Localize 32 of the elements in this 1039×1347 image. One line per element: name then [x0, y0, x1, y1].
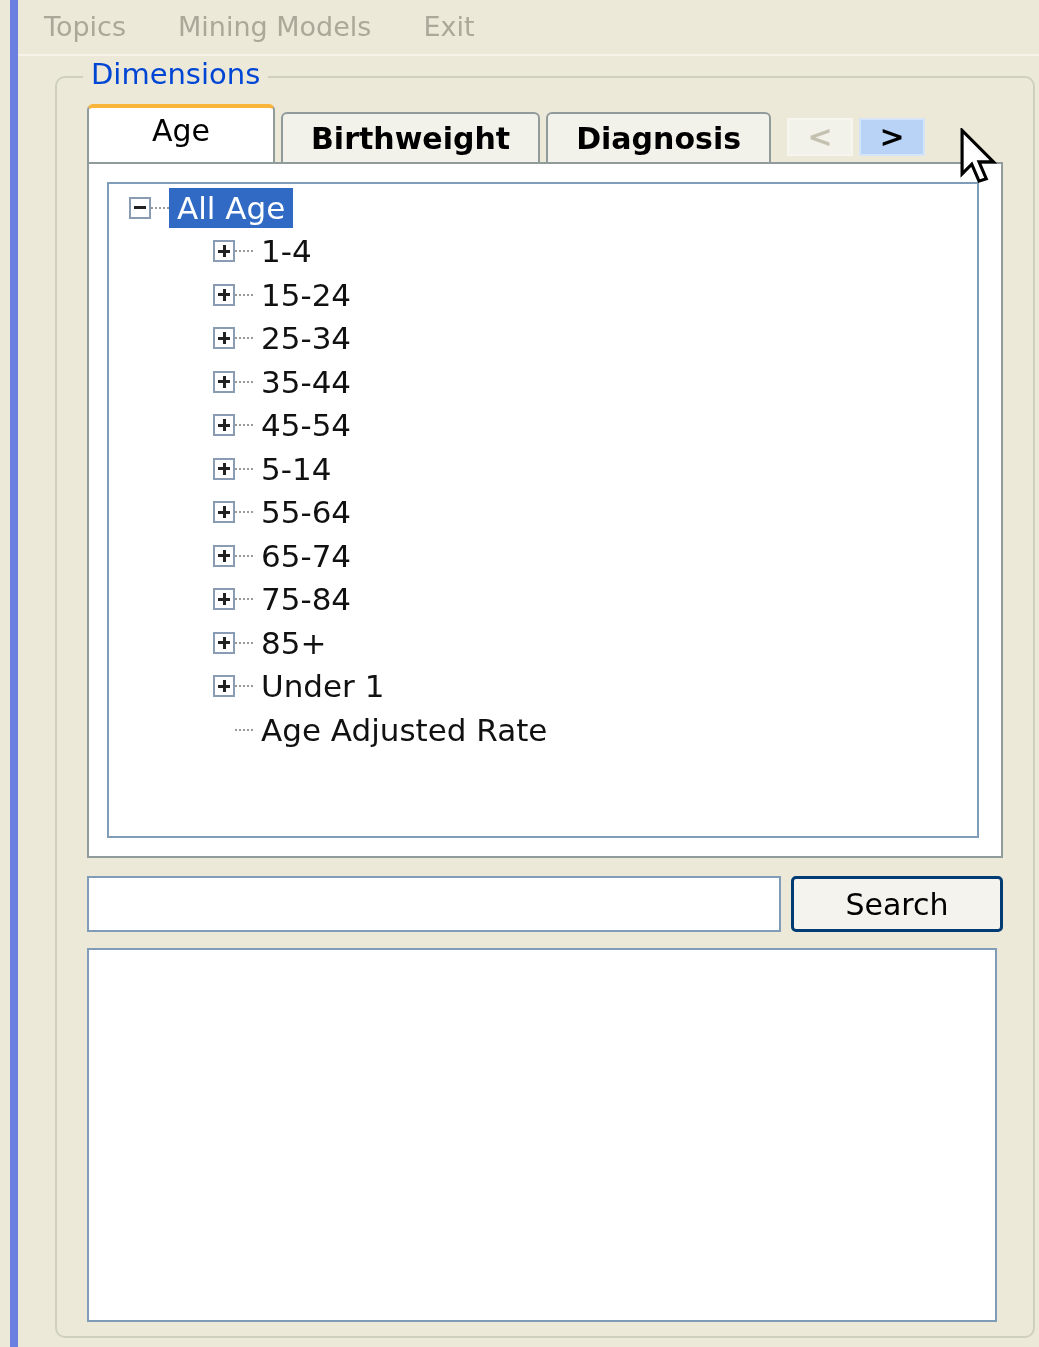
- search-field[interactable]: [87, 876, 781, 932]
- tree-item[interactable]: 85+: [253, 622, 335, 663]
- expand-icon[interactable]: [213, 675, 235, 698]
- tree-item[interactable]: All Age: [169, 187, 294, 228]
- tree-item[interactable]: 45-54: [253, 405, 360, 446]
- tab[interactable]: Diagnosis: [546, 112, 772, 162]
- expand-icon[interactable]: [213, 457, 235, 480]
- expand-icon[interactable]: [213, 240, 235, 263]
- expand-icon[interactable]: [213, 544, 235, 567]
- tree-item[interactable]: 15-24: [253, 274, 360, 315]
- tree-item[interactable]: 55-64: [253, 492, 360, 533]
- expand-icon[interactable]: [213, 283, 235, 306]
- tree-view[interactable]: All Age 1-4 15-24 25-34 35-44 45-54 5-14 55-64 65-74 75-84 85+ Under 1 Age Adjusted Rate: [107, 182, 979, 838]
- expand-icon[interactable]: [213, 588, 235, 611]
- search-button[interactable]: Search: [791, 876, 1003, 932]
- tree-item[interactable]: Under 1: [253, 666, 393, 707]
- tree-item[interactable]: 35-44: [253, 361, 360, 402]
- tree-item[interactable]: 5-14: [253, 448, 340, 489]
- tab[interactable]: Age: [87, 104, 275, 162]
- tree-item[interactable]: 1-4: [253, 231, 320, 272]
- expand-icon[interactable]: [213, 631, 235, 654]
- expand-icon[interactable]: [213, 414, 235, 437]
- expand-icon[interactable]: [213, 370, 235, 393]
- expand-icon[interactable]: [213, 501, 235, 524]
- collapse-icon[interactable]: [129, 196, 151, 219]
- tree-item[interactable]: 75-84: [253, 579, 360, 620]
- tab[interactable]: Birthweight: [281, 112, 541, 162]
- tree-item[interactable]: Age Adjusted Rate: [253, 709, 556, 750]
- tree-item[interactable]: 65-74: [253, 535, 360, 576]
- tree-item[interactable]: 25-34: [253, 318, 360, 359]
- scroll-tab-button[interactable]: >: [859, 118, 926, 156]
- expand-icon[interactable]: [213, 327, 235, 350]
